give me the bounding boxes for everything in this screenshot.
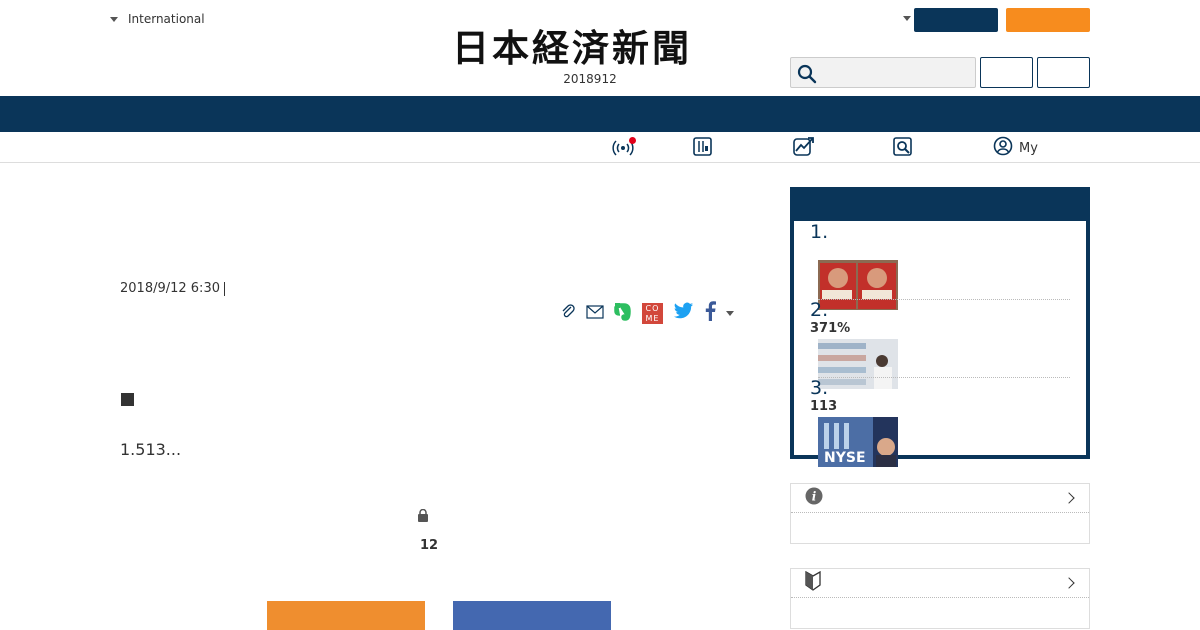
chevron-down-icon — [110, 16, 118, 22]
section-marker — [121, 393, 134, 406]
side-info-header[interactable]: i — [791, 484, 1089, 513]
divider — [223, 281, 225, 296]
clip-icon[interactable] — [560, 303, 576, 323]
comment-count: 12 — [420, 538, 439, 553]
ranking-panel: 1. 2. 371% 3. 113 NYSE — [790, 187, 1090, 467]
main-nav-bar — [0, 96, 1200, 132]
header-outline-button-2[interactable] — [1037, 57, 1090, 88]
share-bar: CO ME — [560, 301, 744, 325]
subnav-my-label: My — [1019, 140, 1038, 156]
rank-number: 3. — [810, 377, 829, 399]
rank-number: 2. — [810, 299, 829, 321]
article-datetime: 2018/9/12 6:30 — [120, 281, 225, 296]
site-logo[interactable]: 日本経済新聞 — [452, 28, 748, 68]
article-datetime-text: 2018/9/12 6:30 — [120, 281, 220, 296]
lock-icon — [417, 507, 429, 526]
market-chart-icon — [793, 136, 815, 160]
evernote-icon[interactable] — [614, 301, 632, 325]
subnav-search[interactable] — [893, 136, 918, 160]
edition-selector[interactable]: International — [110, 12, 205, 26]
mail-icon[interactable] — [586, 304, 604, 323]
search-magnify-icon — [893, 136, 912, 160]
signup-button[interactable] — [1006, 8, 1090, 32]
side-info-box[interactable]: i — [790, 483, 1090, 544]
subnav-live[interactable] — [612, 137, 640, 158]
thumbnail-image[interactable] — [818, 260, 898, 310]
side-beginner-box[interactable] — [790, 568, 1090, 629]
subnav-stocks[interactable] — [693, 136, 718, 160]
issue-date: 2018912 — [563, 72, 617, 86]
chevron-right-icon — [1063, 492, 1075, 504]
live-broadcast-icon — [612, 137, 636, 157]
article-lead: 1.513... — [120, 440, 182, 459]
ranking-list: 1. 2. 371% 3. 113 NYSE — [794, 221, 1086, 467]
notification-dot — [629, 137, 636, 144]
edition-label: International — [128, 12, 205, 26]
svg-text:NYSE: NYSE — [824, 450, 866, 466]
facebook-icon[interactable] — [704, 301, 716, 325]
user-circle-icon — [993, 136, 1013, 160]
info-icon: i — [805, 487, 823, 509]
ranking-separator — [818, 377, 1070, 378]
chevron-right-icon — [1063, 577, 1075, 589]
stock-board-icon — [693, 136, 712, 160]
subnav-my[interactable]: My — [993, 136, 1038, 160]
rank-number: 1. — [810, 221, 829, 243]
account-menu-caret-icon[interactable] — [903, 16, 911, 21]
header-outline-button-1[interactable] — [980, 57, 1033, 88]
more-caret-icon[interactable] — [726, 310, 734, 316]
search-input[interactable] — [821, 60, 971, 85]
ranking-separator — [818, 299, 1070, 300]
login-button[interactable] — [914, 8, 998, 32]
sub-nav: My — [0, 132, 1200, 163]
twitter-icon[interactable] — [673, 302, 694, 324]
rank-subtitle: 371% — [810, 321, 851, 336]
beginner-mark-icon — [805, 570, 821, 595]
search-icon[interactable] — [797, 64, 817, 88]
thumbnail-image[interactable] — [818, 339, 898, 389]
thumbnail-image[interactable]: NYSE — [818, 417, 898, 467]
login-cta-button[interactable] — [453, 601, 611, 630]
side-beginner-header[interactable] — [791, 569, 1089, 598]
comeme-icon[interactable]: CO ME — [642, 302, 663, 324]
svg-text:i: i — [812, 490, 817, 504]
subnav-markets[interactable] — [793, 136, 821, 160]
subscribe-cta-button[interactable] — [267, 601, 425, 630]
rank-subtitle: 113 — [810, 399, 838, 414]
search-box[interactable] — [790, 57, 976, 88]
